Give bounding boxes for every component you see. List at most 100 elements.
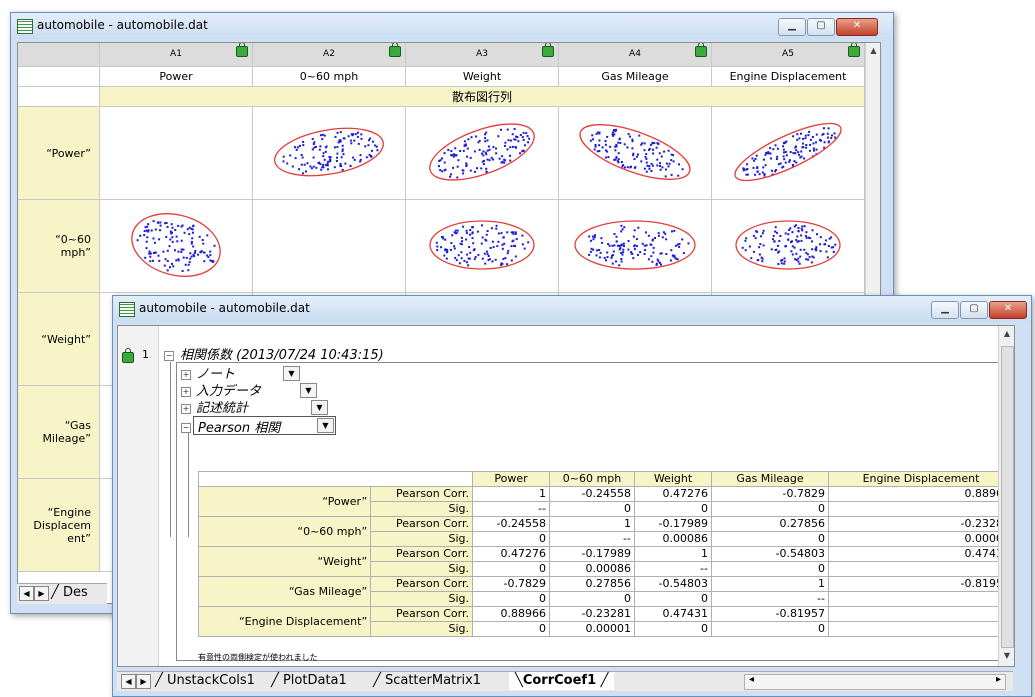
maximize-button[interactable]: ▢ — [960, 301, 988, 319]
table-cell[interactable]: -0.81957 — [711, 606, 829, 622]
column-header-a2[interactable]: A2 — [253, 43, 406, 67]
table-cell[interactable]: 1 — [634, 546, 712, 562]
table-cell[interactable]: 0.00086 — [634, 531, 712, 547]
row-label[interactable]: “Power” — [18, 107, 100, 200]
tab-scroll-right[interactable]: ▶ — [34, 586, 49, 601]
table-cell[interactable]: 0.27856 — [711, 516, 829, 532]
table-cell[interactable]: 0.27856 — [549, 576, 635, 592]
close-button[interactable]: ✕ — [836, 18, 878, 36]
long-name-cell[interactable]: 0~60 mph — [253, 67, 406, 87]
tab-scroll-left[interactable]: ◀ — [121, 674, 136, 689]
tab-plotdata1[interactable]: ╱ PlotData1 — [271, 672, 347, 690]
pearson-dropdown[interactable]: ▼ — [317, 418, 334, 433]
expand-notes-button[interactable]: + — [181, 370, 191, 380]
table-cell[interactable]: -0.54803 — [634, 576, 712, 592]
table-cell[interactable]: -0.23281 — [549, 606, 635, 622]
scroll-up-arrow[interactable]: ▲ — [866, 43, 880, 59]
table-cell[interactable]: 0 — [634, 501, 712, 517]
worksheet-titlebar[interactable]: automobile - automobile.dat ▁ ▢ ✕ — [11, 13, 893, 39]
table-cell[interactable]: 0 — [549, 591, 635, 607]
table-cell[interactable]: 0 — [828, 591, 1014, 607]
tab-scattermatrix1[interactable]: ╱ ScatterMatrix1 — [373, 672, 481, 690]
table-cell[interactable]: -- — [472, 501, 550, 517]
table-cell[interactable]: 0 — [472, 621, 550, 637]
column-header-a4[interactable]: A4 — [559, 43, 712, 67]
collapse-report-button[interactable]: − — [164, 351, 174, 361]
tab-unstackcols1[interactable]: ╱ UnstackCols1 — [155, 672, 255, 690]
table-cell[interactable]: 0 — [634, 621, 712, 637]
maximize-button[interactable]: ▢ — [807, 18, 835, 36]
table-cell[interactable]: 0.47431 — [634, 606, 712, 622]
table-cell[interactable]: 0.00001 — [828, 531, 1014, 547]
expand-descriptive-stats-button[interactable]: + — [181, 404, 191, 414]
scatter-matrix-cell[interactable] — [100, 107, 253, 200]
table-cell[interactable]: -0.7829 — [472, 576, 550, 592]
lock-icon[interactable] — [542, 43, 554, 57]
scroll-left-arrow[interactable]: ◂ — [749, 674, 754, 685]
table-cell[interactable]: 0 — [828, 501, 1014, 517]
scatter-matrix-cell[interactable] — [100, 200, 253, 293]
column-header-a5[interactable]: A5 — [712, 43, 865, 67]
lock-icon[interactable] — [848, 43, 860, 57]
table-cell[interactable]: 0.47431 — [828, 546, 1014, 562]
horizontal-scrollbar[interactable]: ◂ ▸ — [744, 674, 1006, 690]
lock-icon[interactable] — [389, 43, 401, 57]
report-window[interactable]: automobile - automobile.dat ▁ ▢ ✕ 1 − 相関… — [112, 295, 1032, 697]
scatter-matrix-cell[interactable] — [559, 107, 712, 200]
expand-input-data-button[interactable]: + — [181, 387, 191, 397]
table-cell[interactable]: -0.24558 — [549, 486, 635, 502]
comment-row-header[interactable] — [18, 87, 100, 107]
long-name-cell[interactable]: Gas Mileage — [559, 67, 712, 87]
table-cell[interactable]: 0.47276 — [634, 486, 712, 502]
row-label[interactable]: “0~60 mph” — [18, 200, 100, 293]
long-name-cell[interactable]: Weight — [406, 67, 559, 87]
scatter-matrix-cell[interactable] — [712, 107, 865, 200]
lock-icon[interactable] — [236, 43, 248, 57]
table-cell[interactable]: 0 — [711, 561, 829, 577]
long-name-row-header[interactable] — [18, 67, 100, 87]
table-cell[interactable]: 1 — [711, 576, 829, 592]
row-label[interactable]: “Gas Mileage” — [18, 386, 100, 479]
table-cell[interactable]: -0.17989 — [634, 516, 712, 532]
table-cell[interactable]: 0.00086 — [549, 561, 635, 577]
column-header-a3[interactable]: A3 — [406, 43, 559, 67]
scatter-matrix-cell[interactable] — [559, 200, 712, 293]
table-cell[interactable]: 1 — [472, 486, 550, 502]
table-cell[interactable]: 0 — [549, 501, 635, 517]
tab-corrcoef1[interactable]: ╲CorrCoef1 ╱ — [509, 672, 615, 690]
close-button[interactable]: ✕ — [989, 301, 1027, 319]
table-cell[interactable]: 0 — [472, 561, 550, 577]
descriptive-stats-dropdown[interactable]: ▼ — [311, 400, 328, 415]
tab-scroll-left[interactable]: ◀ — [19, 586, 34, 601]
scroll-up-arrow[interactable]: ▲ — [999, 326, 1014, 342]
scatter-matrix-cell[interactable] — [406, 107, 559, 200]
table-cell[interactable]: -0.54803 — [711, 546, 829, 562]
scatter-matrix-cell[interactable] — [712, 200, 865, 293]
table-cell[interactable]: -- — [711, 591, 829, 607]
tab-partial[interactable]: ╱ Des — [51, 584, 88, 602]
table-cell[interactable]: 0.88966 — [472, 606, 550, 622]
corner-cell[interactable] — [18, 43, 100, 67]
table-cell[interactable]: -0.17989 — [549, 546, 635, 562]
table-cell[interactable]: 0 — [634, 591, 712, 607]
collapse-pearson-button[interactable]: − — [181, 423, 191, 433]
scatter-matrix-cell[interactable] — [253, 200, 406, 293]
scatter-matrix-cell[interactable] — [406, 200, 559, 293]
table-cell[interactable]: -0.7829 — [711, 486, 829, 502]
minimize-button[interactable]: ▁ — [931, 301, 959, 319]
table-cell[interactable]: 0 — [711, 621, 829, 637]
table-cell[interactable]: -0.24558 — [472, 516, 550, 532]
table-cell[interactable]: 0.00001 — [549, 621, 635, 637]
table-cell[interactable]: 0.47276 — [472, 546, 550, 562]
table-cell[interactable]: 0 — [472, 591, 550, 607]
table-cell[interactable]: 1 — [828, 606, 1014, 622]
long-name-cell[interactable]: Engine Displacement — [712, 67, 865, 87]
row-label[interactable]: “Weight” — [18, 293, 100, 386]
table-cell[interactable]: 0 — [711, 501, 829, 517]
lock-icon[interactable] — [695, 43, 707, 57]
table-cell[interactable]: 1 — [549, 516, 635, 532]
notes-dropdown[interactable]: ▼ — [283, 366, 300, 381]
table-cell[interactable]: 0.88966 — [828, 486, 1014, 502]
table-cell[interactable]: -- — [828, 621, 1014, 637]
table-cell[interactable]: -0.81957 — [828, 576, 1014, 592]
